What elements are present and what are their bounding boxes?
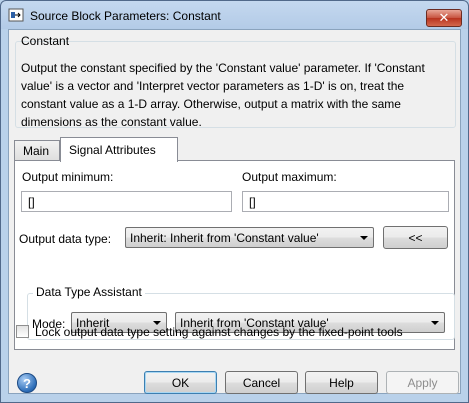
help-button[interactable]: Help <box>305 371 378 394</box>
window-title: Source Block Parameters: Constant <box>30 9 221 23</box>
block-group-title: Constant <box>21 34 70 48</box>
output-data-type-value: Inherit: Inherit from 'Constant value' <box>130 231 319 245</box>
close-icon: ✕ <box>438 10 450 25</box>
output-maximum-field[interactable]: [] <box>242 191 449 212</box>
output-minimum-field[interactable]: [] <box>21 191 232 212</box>
chevron-down-icon <box>360 236 368 240</box>
data-type-assistant-title: Data Type Assistant <box>33 285 145 299</box>
output-data-type-label: Output data type: <box>19 232 112 246</box>
help-icon[interactable]: ? <box>17 373 37 393</box>
tab-signal-attributes[interactable]: Signal Attributes <box>60 137 178 162</box>
apply-button[interactable]: Apply <box>386 371 459 394</box>
signal-attributes-panel: Output minimum: [] Output maximum: [] Ou… <box>14 160 455 350</box>
output-data-type-select[interactable]: Inherit: Inherit from 'Constant value' <box>125 227 374 248</box>
simulink-app-icon <box>8 8 24 22</box>
dialog-client-area: Constant Output the constant specified b… <box>8 29 461 394</box>
chevron-down-icon <box>431 321 439 325</box>
output-maximum-label: Output maximum: <box>242 170 337 184</box>
title-bar[interactable]: Source Block Parameters: Constant ✕ <box>1 1 468 29</box>
output-minimum-label: Output minimum: <box>22 170 114 184</box>
data-type-assistant-toggle-button[interactable]: << <box>383 226 448 249</box>
dialog-window: Source Block Parameters: Constant ✕ Cons… <box>0 0 469 403</box>
cancel-button[interactable]: Cancel <box>225 371 298 394</box>
lock-data-type-checkbox[interactable] <box>16 325 29 338</box>
block-description: Output the constant specified by the 'Co… <box>21 61 425 129</box>
close-button[interactable]: ✕ <box>426 9 462 27</box>
ok-button[interactable]: OK <box>144 371 217 394</box>
tab-main[interactable]: Main <box>14 140 60 161</box>
question-mark-glyph: ? <box>23 375 31 391</box>
lock-data-type-label[interactable]: Lock output data type setting against ch… <box>35 325 403 339</box>
